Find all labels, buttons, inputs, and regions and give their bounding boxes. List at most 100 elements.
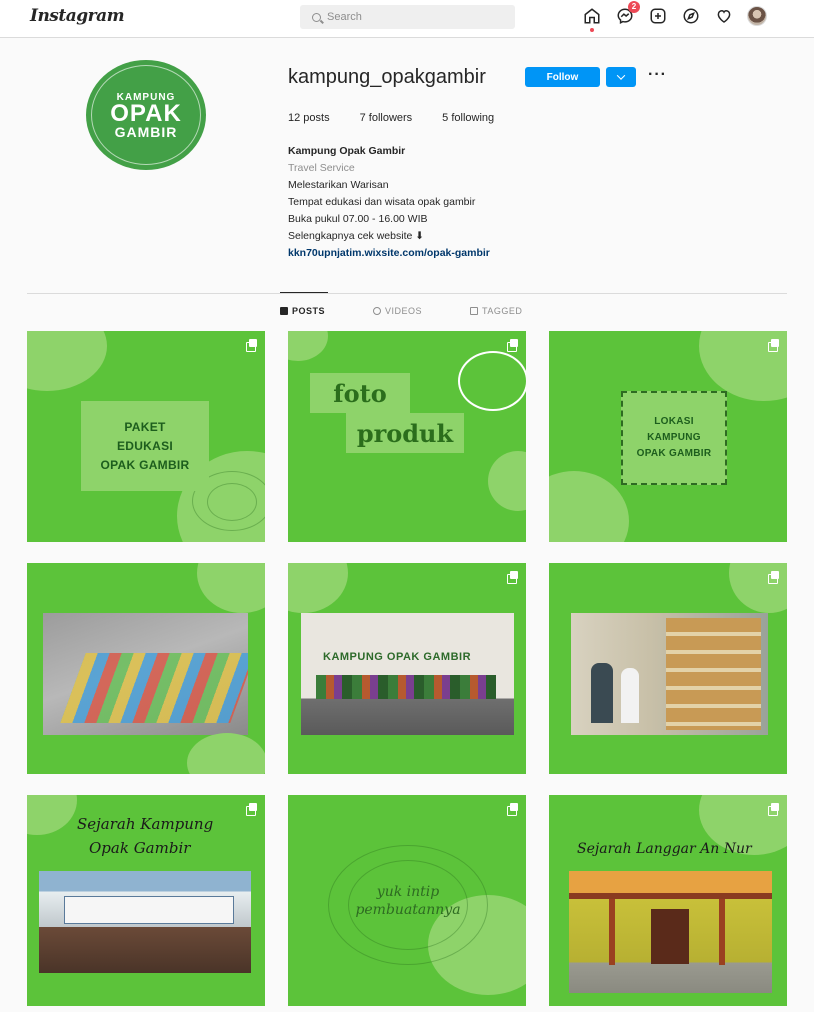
active-indicator xyxy=(590,28,594,32)
tabs-divider xyxy=(27,293,787,294)
post-text: produk xyxy=(356,418,454,448)
post-text: yuk intip xyxy=(376,884,440,900)
follow-button[interactable]: Follow xyxy=(525,67,600,87)
bio-category: Travel Service xyxy=(288,162,355,174)
title-card: foto xyxy=(310,373,410,413)
post-text: OPAK GAMBIR xyxy=(636,448,712,459)
search-input[interactable]: Search xyxy=(300,5,515,29)
active-tab-indicator xyxy=(280,292,328,293)
decor-blob xyxy=(288,563,348,613)
instagram-logo[interactable]: Instagram xyxy=(30,6,125,26)
nav-icons: 2 xyxy=(582,1,767,32)
bio-website-link[interactable]: kkn70upnjatim.wixsite.com/opak-gambir xyxy=(288,245,490,262)
profile-picture[interactable]: KAMPUNG OPAK GAMBIR xyxy=(86,60,206,170)
profile-ring xyxy=(91,65,201,165)
bio-line: Tempat edukasi dan wisata opak gambir xyxy=(288,196,476,208)
video-icon xyxy=(373,307,382,315)
tab-tagged[interactable]: TAGGED xyxy=(470,306,522,316)
carousel-icon xyxy=(507,571,518,584)
post-text: Opak Gambir xyxy=(89,839,191,857)
title-card: PAKET EDUKASI OPAK GAMBIR xyxy=(81,401,209,491)
painted-game-floor xyxy=(60,653,248,723)
post-text: PAKET xyxy=(124,419,166,434)
post-text: LOKASI xyxy=(654,416,694,427)
carousel-icon xyxy=(768,339,779,352)
tab-posts-label: POSTS xyxy=(292,306,326,316)
courtyard-photo xyxy=(43,613,248,735)
post-caption: yuk intip pembuatannya xyxy=(318,883,498,919)
product-shelf xyxy=(666,618,761,730)
post-lokasi[interactable]: LOKASI KAMPUNG OPAK GAMBIR xyxy=(549,331,787,542)
title-card: produk xyxy=(346,413,464,453)
visitor-figure xyxy=(621,668,639,723)
decor-blob xyxy=(549,471,629,542)
post-paket-edukasi[interactable]: PAKET EDUKASI OPAK GAMBIR xyxy=(27,331,265,542)
profile-bio: Kampung Opak Gambir Travel Service Meles… xyxy=(288,143,490,262)
tab-posts[interactable]: POSTS xyxy=(280,306,325,316)
post-sejarah-kampung[interactable]: Sejarah Kampung Opak Gambir xyxy=(27,795,265,1006)
heart-icon[interactable] xyxy=(714,6,734,26)
post-courtyard-photo[interactable] xyxy=(27,563,265,774)
visitor-figure xyxy=(591,663,613,723)
langgar-photo xyxy=(569,871,772,993)
post-text: OPAK GAMBIR xyxy=(100,457,190,472)
decor-blob xyxy=(27,795,77,835)
profile-tabs: POSTS VIDEOS TAGGED xyxy=(280,306,522,316)
notification-badge: 2 xyxy=(628,1,640,13)
carousel-icon xyxy=(246,339,257,352)
bio-line: Buka pukul 07.00 - 16.00 WIB xyxy=(288,213,428,225)
search-icon xyxy=(312,12,321,22)
building-sign xyxy=(64,896,234,924)
post-text: Sejarah Kampung xyxy=(77,815,214,833)
decor-blob xyxy=(197,563,265,613)
tab-tagged-label: TAGGED xyxy=(482,306,523,316)
followers-count[interactable]: 7 followers xyxy=(360,112,413,124)
username: kampung_opakgambir xyxy=(288,66,486,88)
avatar[interactable] xyxy=(747,6,767,26)
carousel-icon xyxy=(768,571,779,584)
roof-beam xyxy=(569,893,772,899)
bio-line: Selengkapnya cek website ⬇ xyxy=(288,230,425,242)
carousel-icon xyxy=(768,803,779,816)
pillar xyxy=(719,899,725,965)
mural-photo: KAMPUNG OPAK GAMBIR xyxy=(301,613,514,735)
mural-sign: KAMPUNG OPAK GAMBIR xyxy=(323,651,472,663)
post-mural-photo[interactable]: KAMPUNG OPAK GAMBIR xyxy=(288,563,526,774)
chevron-down-icon xyxy=(616,71,626,80)
carousel-icon xyxy=(507,803,518,816)
title-card: LOKASI KAMPUNG OPAK GAMBIR xyxy=(621,391,727,485)
post-yuk-intip[interactable]: yuk intip pembuatannya xyxy=(288,795,526,1006)
post-foto-produk[interactable]: foto produk xyxy=(288,331,526,542)
shop-photo xyxy=(571,613,768,735)
doorway xyxy=(651,909,689,964)
decor-blob xyxy=(27,331,107,391)
new-post-icon[interactable] xyxy=(648,6,668,26)
decor-lines xyxy=(207,483,257,521)
profile-stats: 12 posts 7 followers 5 following xyxy=(288,112,494,124)
bio-line: Melestarikan Warisan xyxy=(288,179,389,191)
decor-blob xyxy=(488,451,526,511)
post-shop-photo[interactable] xyxy=(549,563,787,774)
post-text: pembuatannya xyxy=(355,902,461,918)
mural-plants xyxy=(316,675,496,699)
building-photo xyxy=(39,871,251,973)
search-placeholder: Search xyxy=(327,11,362,23)
home-icon[interactable] xyxy=(582,6,602,32)
post-text: Sejarah Langgar An Nur xyxy=(577,841,752,857)
suggested-dropdown-button[interactable] xyxy=(606,67,636,87)
post-sejarah-langgar[interactable]: Sejarah Langgar An Nur xyxy=(549,795,787,1006)
tag-icon xyxy=(470,307,479,315)
carousel-icon xyxy=(246,803,257,816)
tab-videos[interactable]: VIDEOS xyxy=(373,306,422,316)
decor-shape xyxy=(458,351,526,411)
posts-count: 12 posts xyxy=(288,112,330,124)
decor-blob xyxy=(288,331,328,361)
more-options-button[interactable]: ··· xyxy=(648,66,667,84)
post-text: EDUKASI xyxy=(116,438,174,453)
messenger-icon[interactable]: 2 xyxy=(615,1,640,26)
post-text: foto xyxy=(333,378,387,408)
decor-blob xyxy=(187,733,265,774)
explore-icon[interactable] xyxy=(681,6,701,26)
bio-name: Kampung Opak Gambir xyxy=(288,145,406,157)
following-count[interactable]: 5 following xyxy=(442,112,494,124)
